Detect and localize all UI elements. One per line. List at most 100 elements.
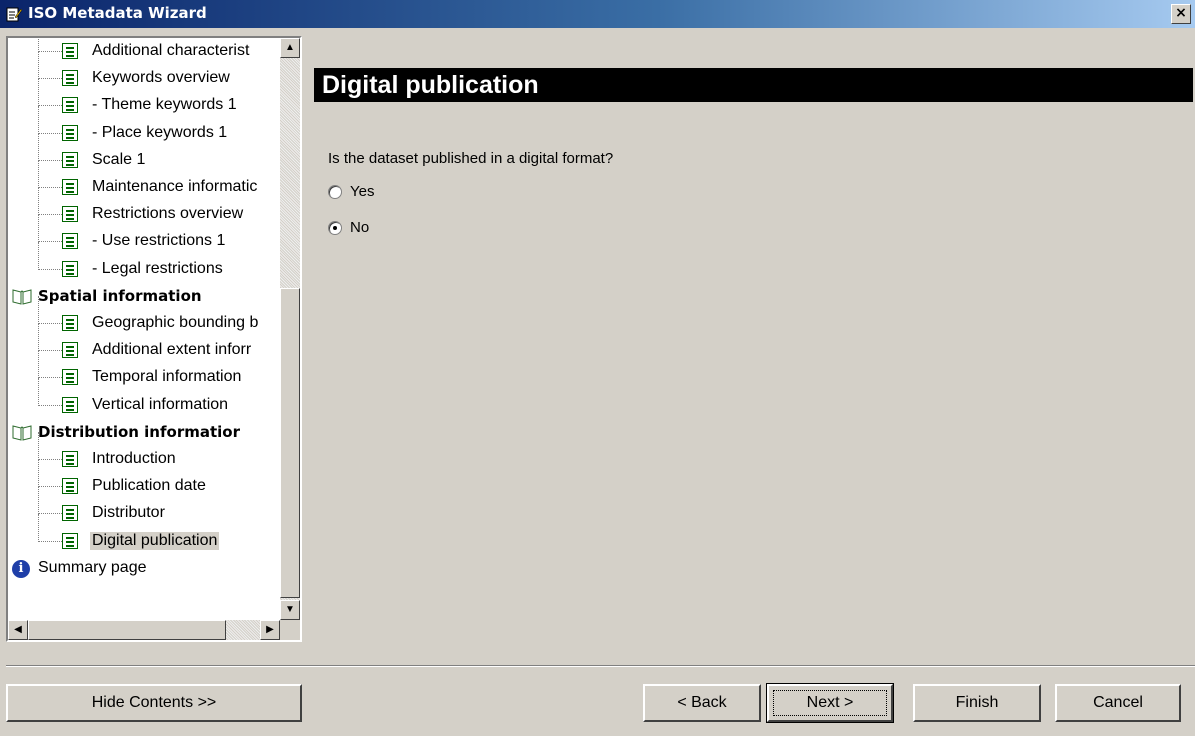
tree-item[interactable]: Restrictions overview [8,187,280,228]
tree-folder-item[interactable]: Distribution informatior [8,419,280,446]
scrollbar-corner [280,620,300,640]
tree-connector-line [38,432,39,460]
page-icon [62,233,78,249]
page-heading: Digital publication [314,68,1193,102]
tree-connector-line [38,160,62,161]
page-icon [62,397,78,413]
tree-connector-line [38,78,39,106]
tree-item-label: Distribution informatior [38,423,240,441]
page-icon [62,261,78,277]
tree-folder-item[interactable]: Spatial information [8,283,280,310]
tree-item-label: Additional extent inforr [92,341,252,358]
tree-connector-line [38,323,39,351]
tree-connector-line [38,214,62,215]
next-button[interactable]: Next > [766,683,894,723]
tree-item[interactable]: Additional extent inforr [8,323,280,364]
tree-connector-line [38,106,39,134]
tree-connector-line [38,350,39,378]
tree-connector-line [38,405,62,406]
page-icon [62,43,78,59]
tree-item-label: Vertical information [92,396,229,413]
tree-connector-line [38,541,62,542]
focus-rectangle [773,690,887,716]
tree-item-label: Summary page [38,559,147,576]
scroll-up-button[interactable]: ▲ [280,38,300,58]
tree-connector-line [38,513,62,514]
tree-item-label: Introduction [92,450,176,467]
tree-item[interactable]: i Summary page [8,555,280,582]
tree-vertical-scrollbar[interactable]: ▲ ▼ [280,38,300,620]
tree-item[interactable]: Vertical information [8,378,280,419]
tree-item[interactable]: Publication date [8,459,280,500]
tree-item-label: Spatial information [38,287,202,305]
horizontal-scroll-thumb[interactable] [28,620,226,640]
page-icon [62,97,78,113]
tree-item-label: - Use restrictions 1 [92,232,226,249]
tree-item[interactable]: Distributor [8,486,280,527]
finish-button[interactable]: Finish [913,684,1041,722]
tree-item-label: Publication date [92,477,206,494]
tree-connector-line [38,214,39,242]
vertical-scroll-thumb[interactable] [280,288,300,598]
tree-item[interactable]: - Theme keywords 1 [8,78,280,119]
tree-item[interactable]: Introduction [8,432,280,473]
tree-item-label: Geographic bounding b [92,314,259,331]
title-bar: ISO Metadata Wizard × [0,0,1195,28]
tree-item[interactable]: - Legal restrictions [8,242,280,283]
scroll-right-button[interactable]: ▶ [260,620,280,640]
tree-connector-line [38,38,39,52]
tree-connector-line [38,51,62,52]
back-button[interactable]: < Back [643,684,761,722]
close-icon: × [1175,5,1187,21]
tree-item[interactable]: Keywords overview [8,51,280,92]
tree-item[interactable]: Digital publication [8,514,280,555]
page-icon [62,478,78,494]
tree-item-label: Keywords overview [92,69,230,86]
page-icon [62,315,78,331]
tree-item[interactable]: Additional characterist [8,38,280,65]
tree-connector-line [38,160,39,188]
tree-connector-line [38,378,39,406]
cancel-button[interactable]: Cancel [1055,684,1181,722]
wizard-app-icon [6,7,22,22]
tree-item-label: Maintenance informatic [92,178,258,195]
radio-yes-label: Yes [350,183,375,200]
tree-connector-line [38,187,62,188]
radio-no-label: No [350,219,370,236]
page-icon [62,152,78,168]
scroll-down-button[interactable]: ▼ [280,600,300,620]
page-icon [62,533,78,549]
hide-contents-button[interactable]: Hide Contents >> [6,684,302,722]
contents-tree[interactable]: Additional characterist Keywords overview… [6,36,302,642]
tree-connector-line [38,486,39,514]
tree-connector-line [38,187,39,215]
tree-item[interactable]: Geographic bounding b [8,296,280,337]
radio-yes-circle[interactable] [328,185,342,199]
tree-item[interactable]: Temporal information [8,350,280,391]
page-icon [62,342,78,358]
radio-no-circle[interactable] [328,221,342,235]
question-text: Is the dataset published in a digital fo… [328,150,614,167]
tree-connector-line [38,133,62,134]
tree-connector-line [38,459,39,487]
page-icon [62,70,78,86]
tree-connector-line [38,105,62,106]
tree-connector-line [38,269,62,270]
tree-item[interactable]: - Use restrictions 1 [8,214,280,255]
page-icon [62,179,78,195]
tree-item-label: Digital publication [90,532,220,550]
tree-item-label: Distributor [92,504,165,521]
page-icon [62,125,78,141]
tree-item[interactable]: - Place keywords 1 [8,106,280,147]
footer-separator [6,665,1195,667]
tree-item[interactable]: Scale 1 [8,133,280,174]
close-button[interactable]: × [1171,4,1191,24]
tree-connector-line [38,514,39,542]
open-book-icon [12,425,32,441]
page-icon [62,505,78,521]
tree-item-label: - Place keywords 1 [92,124,228,141]
tree-horizontal-scrollbar[interactable]: ◀ ▶ [8,620,280,640]
scroll-left-button[interactable]: ◀ [8,620,28,640]
tree-connector-line [38,323,62,324]
tree-item[interactable]: Maintenance informatic [8,160,280,201]
